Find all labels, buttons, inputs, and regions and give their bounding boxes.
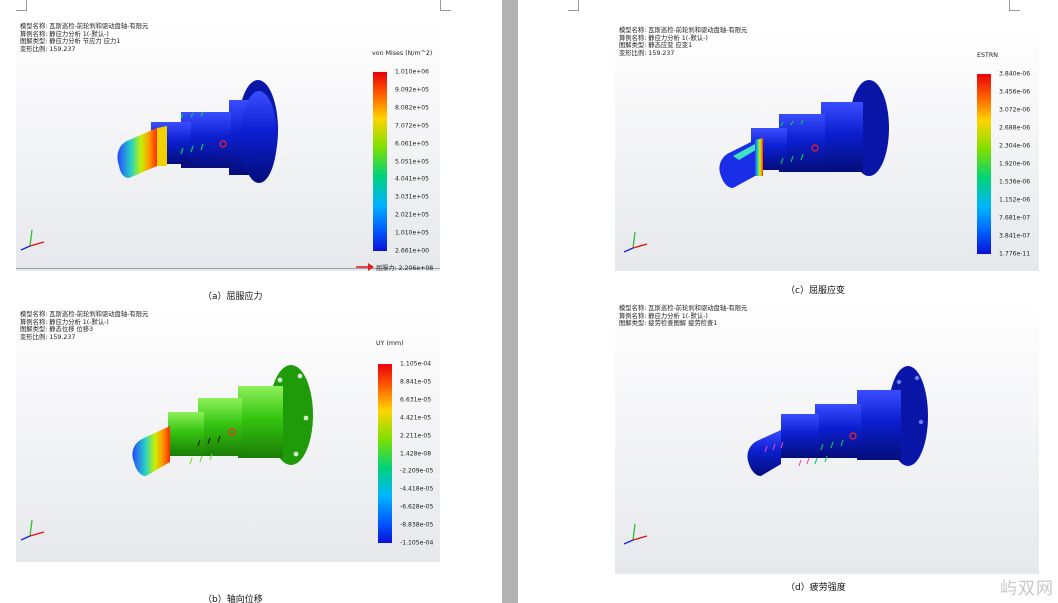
deformation-scale: 变形比例: 159.237	[619, 49, 675, 57]
legend-tick-label: 8.082e+05	[395, 104, 430, 112]
figure-panel-a: 模型名称: 瓦斯巡检-前轮刹和驱动盘轴-有限元 算例名称: 静应力分析 1(-默…	[16, 20, 440, 271]
legend-unit: UY (mm)	[376, 340, 404, 347]
legend-tick-label: 9.092e+05	[395, 86, 430, 94]
legend-tick-label: 1.010e+05	[395, 229, 430, 237]
model-info: 模型名称: 瓦斯巡检-前轮刹和驱动盘轴-有限元 算例名称: 静应力分析 1(-默…	[619, 27, 747, 57]
legend-tick-label: 3.031e+05	[395, 193, 430, 201]
plot-type: 图解类型: 静态位移 位移3	[20, 326, 94, 334]
legend-tick-label: 7.681e-07	[999, 214, 1031, 222]
yield-arrow-icon	[356, 263, 374, 271]
axis-triad-icon	[623, 523, 648, 545]
legend-tick-label: 1.428e-08	[400, 450, 432, 457]
plot-type: 图解类型: 疲劳检查图解 疲劳检查1	[619, 320, 718, 328]
plot-type: 图解类型: 静态应变 应变1	[619, 42, 693, 50]
legend-tick-label: 1.536e-06	[999, 178, 1031, 186]
color-legend-bar	[378, 364, 392, 543]
figure-panel-b: 模型名称: 瓦斯巡检-前轮刹和驱动盘轴-有限元 算例名称: 静应力分析 1(-默…	[16, 308, 440, 562]
legend-unit: von Mises (N/m^2)	[372, 50, 433, 57]
legend-tick-label: 2.688e-06	[999, 124, 1031, 132]
axis-triad-icon	[20, 229, 45, 251]
legend-tick-label: 6.061e+05	[395, 140, 430, 148]
model-info: 模型名称: 瓦斯巡检-前轮刹和驱动盘轴-有限元 算例名称: 静应力分析 1(-默…	[619, 305, 747, 328]
figure-caption-d: （d）疲劳强度	[786, 583, 846, 593]
legend-tick-label: 3.072e-06	[999, 106, 1031, 114]
figure-panel-d: 模型名称: 瓦斯巡检-前轮刹和驱动盘轴-有限元 算例名称: 静应力分析 1(-默…	[615, 302, 1039, 574]
model-name: 模型名称: 瓦斯巡检-前轮刹和驱动盘轴-有限元	[619, 27, 748, 34]
legend-tick-label: -4.418e-05	[400, 485, 434, 493]
model-info: 模型名称: 瓦斯巡检-前轮刹和驱动盘轴-有限元 算例名称: 静应力分析 1(-默…	[20, 23, 148, 53]
shaft-model-fatigue	[747, 366, 928, 476]
model-name: 模型名称: 瓦斯巡检-前轮刹和驱动盘轴-有限元	[20, 311, 149, 318]
legend-tick-label: 3.841e-07	[999, 232, 1031, 240]
legend-tick-labels: 3.840e-06 3.456e-06 3.072e-06 2.688e-06 2.30…	[999, 70, 1039, 258]
legend-tick-label: 2.021e+05	[395, 211, 430, 219]
figure-caption-b: （b）轴向位移	[203, 595, 263, 603]
color-legend-bar	[977, 74, 991, 254]
legend-tick-label: 6.631e-05	[400, 396, 432, 404]
document-page-left: 模型名称: 瓦斯巡检-前轮刹和驱动盘轴-有限元 算例名称: 静应力分析 1(-默…	[0, 0, 502, 603]
deformation-scale: 变形比例: 159.237	[20, 45, 76, 53]
legend-tick-labels: 1.010e+06 9.092e+05 8.082e+05 7.072e+05 6.06…	[395, 68, 439, 255]
legend-tick-label: 2.304e-06	[999, 142, 1031, 150]
figure-caption-a: （a）屈服应力	[203, 292, 263, 302]
crop-mark	[568, 0, 579, 11]
figure-caption-c: （c）屈服应变	[786, 286, 845, 296]
plot-type: 图解类型: 静应力分析 节应力 应力1	[20, 38, 121, 46]
color-legend-bar	[373, 72, 387, 251]
deformation-scale: 变形比例: 159.237	[20, 333, 76, 341]
legend-tick-label: 7.072e+05	[395, 122, 430, 130]
shaft-model-displacement	[132, 365, 313, 476]
legend-tick-label: 3.840e-06	[999, 70, 1031, 78]
axis-triad-icon	[623, 231, 648, 253]
legend-tick-label: 1.152e-06	[999, 196, 1031, 204]
legend-tick-label: 2.661e+00	[395, 247, 430, 255]
legend-tick-labels: 1.105e-04 8.841e-05 6.631e-05 4.421e-05 2.21…	[400, 360, 440, 547]
axis-triad-icon	[20, 519, 45, 541]
legend-tick-label: -8.838e-05	[400, 521, 434, 529]
shaft-model-stress	[117, 80, 278, 183]
model-info: 模型名称: 瓦斯巡检-前轮刹和驱动盘轴-有限元 算例名称: 静应力分析 1(-默…	[20, 311, 148, 341]
legend-tick-label: 5.051e+05	[395, 158, 430, 165]
legend-tick-label: 1.920e-06	[999, 160, 1031, 168]
model-name: 模型名称: 瓦斯巡检-前轮刹和驱动盘轴-有限元	[619, 305, 748, 312]
yield-strength-label: 屈服力: 2.206e+08	[376, 265, 434, 272]
watermark-logo: 屿双网	[1000, 579, 1054, 599]
legend-tick-label: 1.105e-04	[400, 360, 432, 368]
legend-tick-label: -1.105e-04	[400, 539, 434, 547]
crop-mark	[16, 0, 27, 11]
legend-unit: ESTRN	[977, 52, 998, 59]
legend-tick-label: 8.841e-05	[400, 378, 432, 386]
legend-tick-label: 3.456e-06	[999, 88, 1031, 96]
legend-tick-label: -6.628e-05	[400, 503, 434, 511]
legend-tick-label: 4.041e+05	[395, 175, 430, 183]
document-page-right: 模型名称: 瓦斯巡检-前轮刹和驱动盘轴-有限元 算例名称: 静应力分析 1(-默…	[518, 0, 1058, 603]
crop-mark	[440, 0, 451, 11]
model-name: 模型名称: 瓦斯巡检-前轮刹和驱动盘轴-有限元	[20, 23, 149, 30]
shaft-model-strain	[719, 80, 889, 188]
legend-tick-label: 1.010e+06	[395, 68, 430, 76]
legend-tick-label: 1.776e-11	[999, 250, 1031, 258]
legend-tick-label: 2.211e-05	[400, 432, 432, 440]
crop-mark	[1009, 0, 1020, 11]
legend-tick-label: 4.421e-05	[400, 414, 432, 422]
legend-tick-label: -2.209e-05	[400, 467, 434, 475]
page-gap	[502, 0, 518, 603]
figure-panel-c: 模型名称: 瓦斯巡检-前轮刹和驱动盘轴-有限元 算例名称: 静应力分析 1(-默…	[615, 24, 1039, 271]
